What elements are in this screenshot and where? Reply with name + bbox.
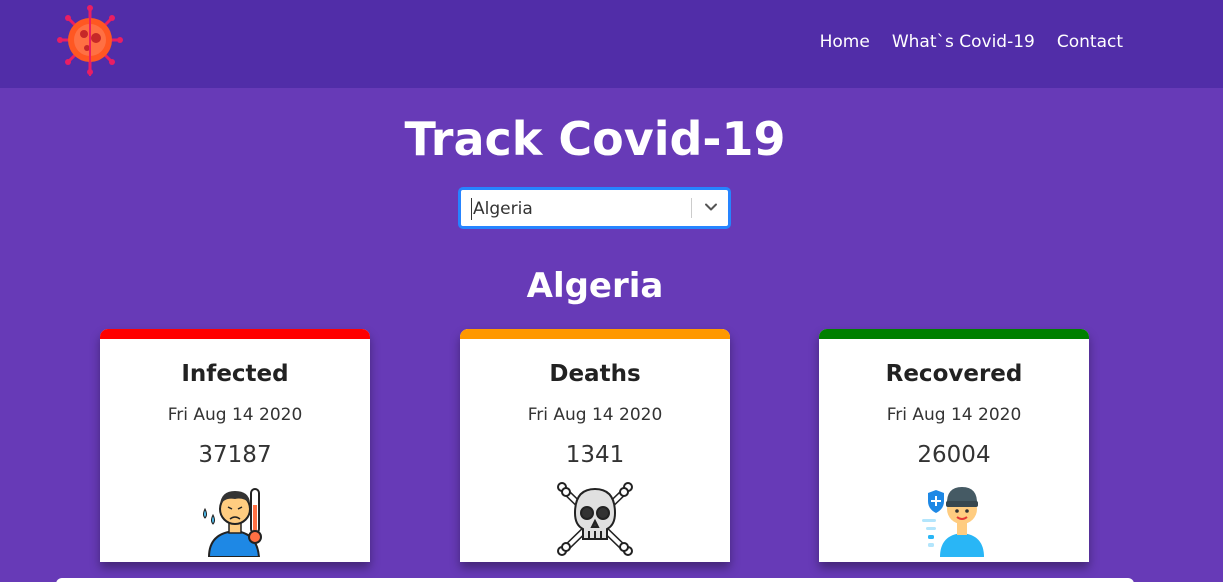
skull-crossbones-icon xyxy=(557,482,633,556)
recovered-card-bar xyxy=(819,329,1089,339)
infected-card: Infected Fri Aug 14 2020 37187 xyxy=(100,329,370,562)
recovered-person-icon xyxy=(922,487,984,557)
deaths-card-title: Deaths xyxy=(549,361,641,387)
nav-links: Home What`s Covid-19 Contact xyxy=(798,30,1123,54)
deaths-card: Deaths Fri Aug 14 2020 1341 xyxy=(460,329,730,562)
chevron-down-icon[interactable] xyxy=(703,199,719,215)
infected-card-value: 37187 xyxy=(198,442,272,468)
country-select-value[interactable]: Algeria xyxy=(471,198,533,220)
deaths-card-value: 1341 xyxy=(565,442,625,468)
sick-person-icon xyxy=(203,488,262,557)
recovered-card: Recovered Fri Aug 14 2020 26004 xyxy=(819,329,1089,562)
infected-card-date: Fri Aug 14 2020 xyxy=(167,405,303,425)
page-title: Track Covid-19 xyxy=(404,112,786,166)
select-separator xyxy=(691,198,692,218)
infected-card-bar xyxy=(100,329,370,339)
infected-card-title: Infected xyxy=(181,361,289,387)
nav-link-home[interactable]: Home xyxy=(820,30,870,54)
recovered-card-value: 26004 xyxy=(917,442,991,468)
deaths-card-date: Fri Aug 14 2020 xyxy=(527,405,663,425)
bottom-panel-edge xyxy=(56,578,1134,582)
country-select[interactable]: Algeria xyxy=(459,188,730,228)
recovered-card-title: Recovered xyxy=(885,361,1023,387)
nav-link-contact[interactable]: Contact xyxy=(1057,30,1123,54)
recovered-card-date: Fri Aug 14 2020 xyxy=(886,405,1022,425)
nav-link-whats-covid[interactable]: What`s Covid-19 xyxy=(892,30,1035,54)
virus-icon[interactable] xyxy=(56,4,124,76)
deaths-card-bar xyxy=(460,329,730,339)
country-heading: Algeria xyxy=(526,266,664,306)
navbar: Home What`s Covid-19 Contact xyxy=(0,0,1223,88)
